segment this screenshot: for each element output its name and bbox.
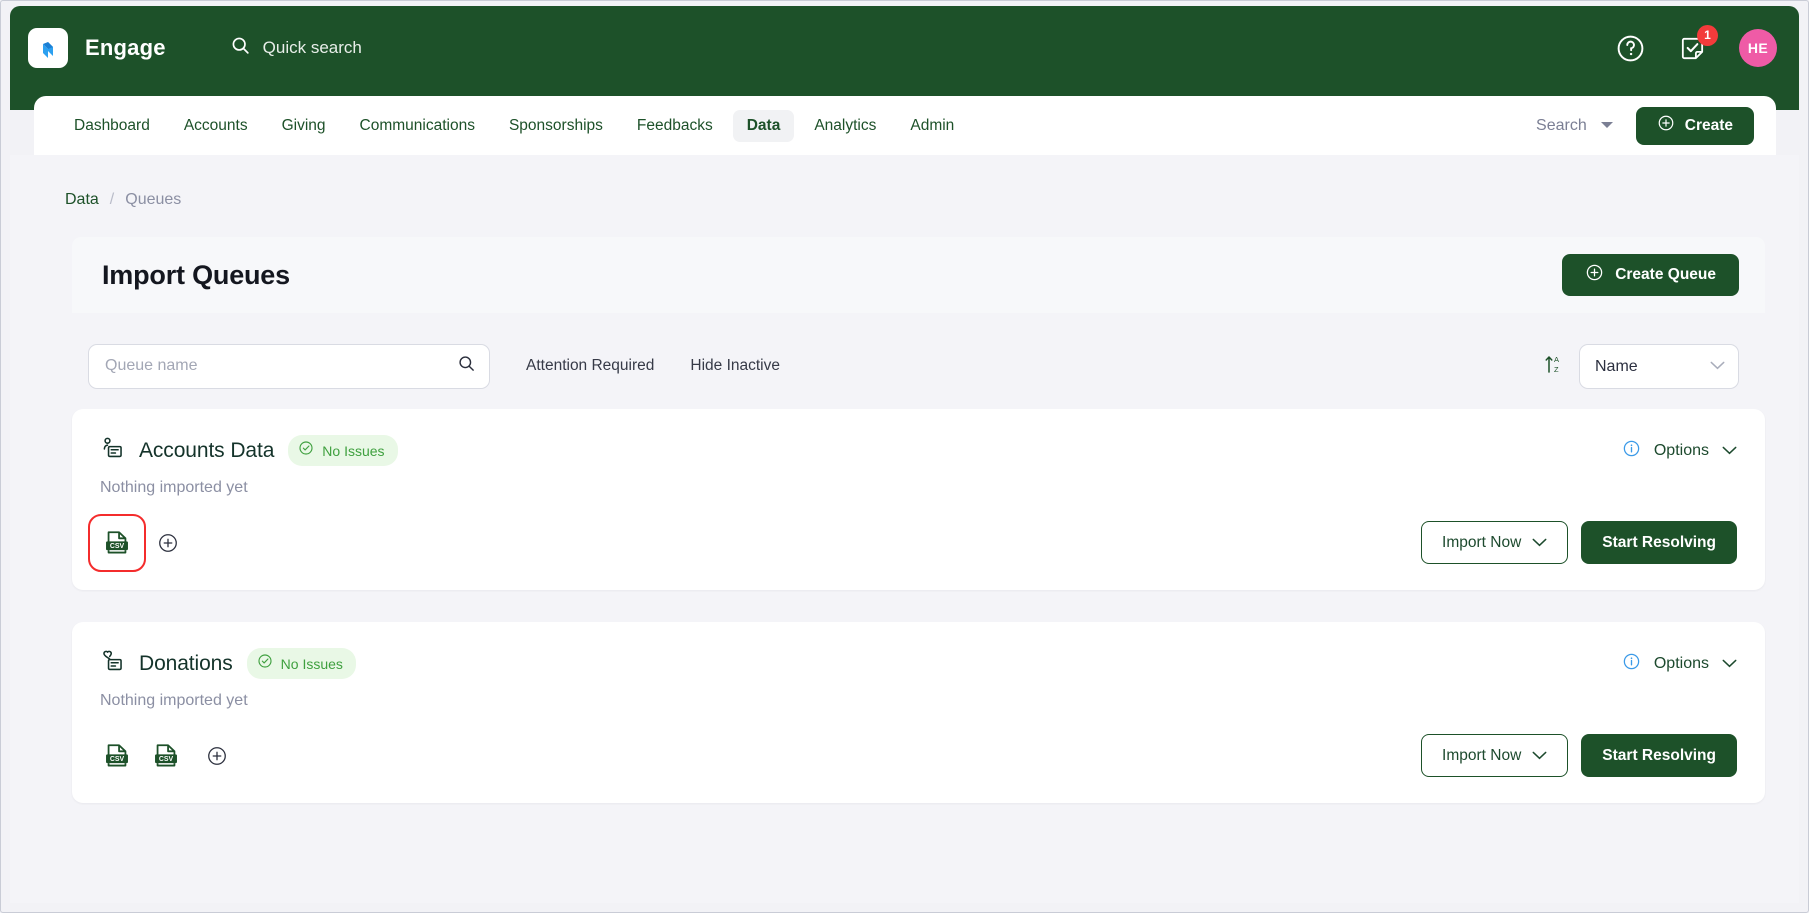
- start-resolving-label: Start Resolving: [1602, 533, 1716, 551]
- plus-circle-icon: [1657, 114, 1675, 137]
- import-now-button[interactable]: Import Now: [1421, 734, 1569, 777]
- breadcrumb-separator: /: [109, 191, 115, 208]
- queue-file-list: CSV: [88, 513, 181, 572]
- start-resolving-button[interactable]: Start Resolving: [1581, 521, 1737, 564]
- page-title: Import Queues: [102, 259, 290, 290]
- brand-name: Engage: [85, 35, 166, 60]
- create-queue-label: Create Queue: [1615, 266, 1716, 283]
- queue-name: Donations: [139, 651, 233, 675]
- nav-item-sponsorships[interactable]: Sponsorships: [495, 110, 617, 142]
- chevron-down-icon: [1532, 747, 1547, 765]
- queue-search-wrapper: [88, 343, 490, 389]
- queue-options-dropdown[interactable]: Options: [1622, 439, 1737, 463]
- status-badge: No Issues: [246, 648, 356, 679]
- csv-file-icon[interactable]: CSV: [88, 513, 146, 572]
- import-now-label: Import Now: [1442, 533, 1522, 551]
- create-button-label: Create: [1684, 116, 1733, 134]
- search-input[interactable]: [88, 343, 490, 389]
- avatar[interactable]: HE: [1739, 29, 1777, 67]
- top-header-bar: Engage Quick search 1 HE: [10, 6, 1799, 110]
- nav-item-analytics[interactable]: Analytics: [800, 110, 890, 142]
- queue-file-list: CSV CSV: [100, 739, 230, 773]
- svg-text:CSV: CSV: [110, 543, 125, 550]
- primary-navigation: Dashboard Accounts Giving Communications…: [34, 96, 1776, 155]
- svg-text:CSV: CSV: [110, 756, 125, 763]
- task-checkbox-icon[interactable]: 1: [1678, 24, 1718, 63]
- sort-alpha-ascending-icon[interactable]: A Z: [1544, 353, 1564, 380]
- nav-item-communications[interactable]: Communications: [346, 110, 489, 142]
- filter-toolbar: Attention Required Hide Inactive A Z Nam…: [72, 337, 1765, 395]
- nav-search-dropdown[interactable]: Search: [1536, 117, 1614, 135]
- nav-item-admin[interactable]: Admin: [896, 110, 968, 142]
- sort-select[interactable]: Name: [1579, 343, 1739, 389]
- start-resolving-button[interactable]: Start Resolving: [1581, 734, 1737, 777]
- start-resolving-label: Start Resolving: [1602, 746, 1716, 764]
- nav-search-label: Search: [1536, 116, 1587, 134]
- add-file-button[interactable]: [204, 743, 230, 769]
- import-now-label: Import Now: [1442, 746, 1522, 764]
- svg-text:A: A: [1554, 355, 1559, 364]
- create-button[interactable]: Create: [1635, 106, 1754, 145]
- status-badge-label: No Issues: [322, 442, 385, 459]
- breadcrumb: Data / Queues: [10, 155, 1799, 209]
- svg-text:CSV: CSV: [159, 756, 174, 763]
- queue-name: Accounts Data: [139, 438, 275, 462]
- queue-options-label: Options: [1653, 441, 1709, 459]
- nav-item-dashboard[interactable]: Dashboard: [60, 110, 164, 142]
- info-circle-icon[interactable]: [1622, 652, 1641, 676]
- chevron-down-icon: [1722, 442, 1737, 460]
- chevron-down-icon: [1532, 534, 1547, 552]
- person-record-icon: [100, 436, 125, 466]
- help-circle-icon[interactable]: [1615, 33, 1646, 64]
- check-circle-icon: [257, 653, 273, 674]
- csv-file-icon[interactable]: CSV: [149, 739, 183, 773]
- quick-search-box[interactable]: Quick search: [230, 35, 362, 61]
- queue-subtitle: Nothing imported yet: [100, 479, 248, 496]
- import-now-button[interactable]: Import Now: [1421, 521, 1569, 564]
- nav-item-data[interactable]: Data: [732, 109, 795, 142]
- create-queue-button[interactable]: Create Queue: [1562, 254, 1739, 296]
- info-circle-icon[interactable]: [1622, 439, 1641, 463]
- add-file-button[interactable]: [155, 530, 181, 556]
- chevron-down-icon: [1600, 117, 1614, 135]
- nav-item-feedbacks[interactable]: Feedbacks: [623, 110, 727, 142]
- plus-circle-icon: [1585, 263, 1604, 287]
- engage-logo-icon[interactable]: [28, 28, 68, 68]
- page-header: Import Queues Create Queue: [72, 237, 1765, 313]
- check-circle-icon: [298, 440, 314, 461]
- application-window: Engage Quick search 1 HE Dashboard Accou…: [0, 0, 1809, 913]
- sort-select-wrapper: Name: [1579, 343, 1739, 389]
- nav-item-accounts[interactable]: Accounts: [170, 110, 262, 142]
- nav-item-giving[interactable]: Giving: [268, 110, 340, 142]
- main-content: Data / Queues Import Queues Create Queue: [10, 155, 1799, 903]
- search-icon: [230, 35, 251, 61]
- search-icon[interactable]: [457, 354, 476, 378]
- queue-subtitle: Nothing imported yet: [100, 692, 248, 709]
- status-badge-label: No Issues: [280, 655, 343, 672]
- task-count-badge: 1: [1697, 24, 1718, 46]
- chevron-down-icon: [1722, 655, 1737, 673]
- breadcrumb-item-queues: Queues: [125, 191, 182, 208]
- hide-inactive-toggle[interactable]: Hide Inactive: [690, 357, 780, 375]
- queue-list: Accounts Data No Issues Options Nothing …: [72, 409, 1765, 803]
- queue-card-accounts-data: Accounts Data No Issues Options Nothing …: [72, 409, 1765, 590]
- queue-options-dropdown[interactable]: Options: [1622, 652, 1737, 676]
- csv-file-icon[interactable]: CSV: [100, 739, 134, 773]
- breadcrumb-item-data[interactable]: Data: [65, 191, 99, 209]
- queue-options-label: Options: [1653, 654, 1709, 672]
- quick-search-label: Quick search: [262, 38, 362, 57]
- heart-record-icon: [100, 649, 125, 679]
- status-badge: No Issues: [288, 435, 398, 466]
- attention-required-toggle[interactable]: Attention Required: [526, 357, 654, 375]
- queue-card-donations: Donations No Issues Options Nothing impo…: [72, 622, 1765, 803]
- svg-text:Z: Z: [1554, 365, 1559, 374]
